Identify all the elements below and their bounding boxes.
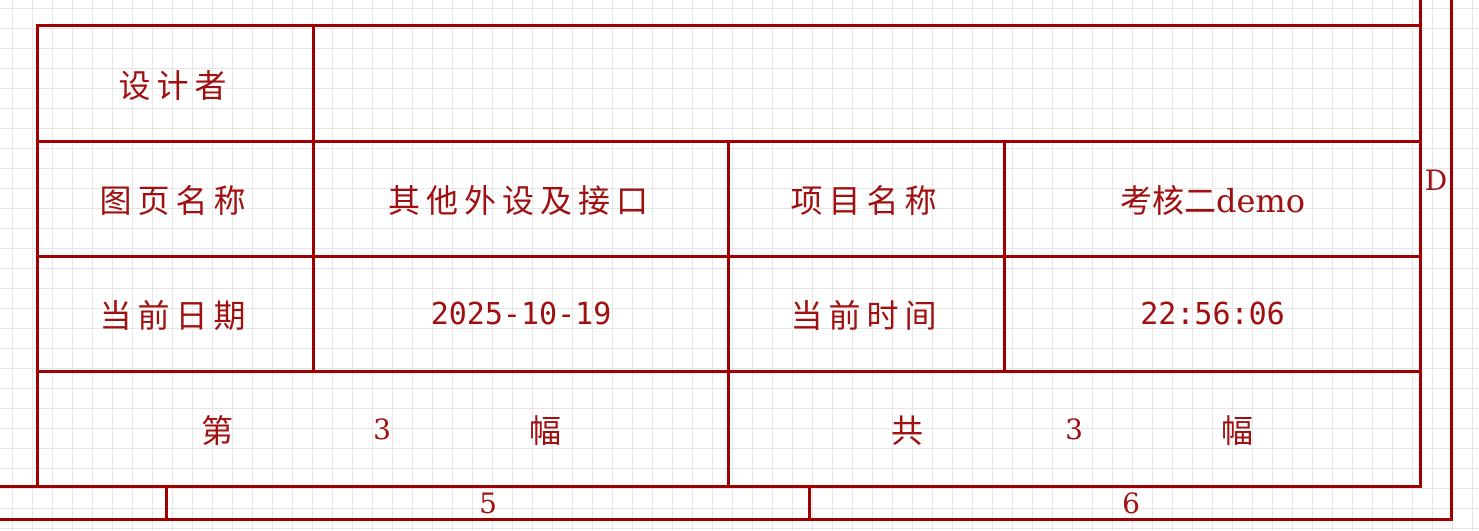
page-prefix: 第	[200, 412, 239, 450]
frame-bottom-outer-line	[0, 518, 1453, 521]
zone-tick-left	[165, 485, 168, 521]
total-suffix: 幅	[1220, 412, 1259, 450]
page-number[interactable]: 3	[342, 373, 422, 485]
zone-marker-row-d: D	[1424, 163, 1448, 197]
total-number[interactable]: 3	[1034, 373, 1114, 485]
zone-tick-right	[808, 485, 811, 521]
frame-bottom-inner-line	[0, 485, 1422, 488]
project-name-value[interactable]: 考核二demo	[1006, 143, 1419, 255]
date-label: 当前日期	[99, 297, 252, 335]
designer-value[interactable]	[315, 27, 1419, 140]
designer-label: 设计者	[118, 66, 233, 105]
zone-marker-col-5: 5	[479, 486, 497, 520]
project-name-label: 项目名称	[790, 182, 943, 220]
zone-marker-col-6: 6	[1122, 486, 1140, 520]
date-value[interactable]: 2025-10-19	[315, 258, 727, 370]
frame-right-outer-line	[1450, 0, 1453, 521]
drawing-canvas[interactable]: 设计者 图页名称 其他外设及接口 项目名称 考核二demo 当前日期 2025-…	[0, 0, 1479, 531]
time-label: 当前时间	[790, 297, 943, 335]
page-suffix: 幅	[528, 412, 567, 450]
total-prefix: 共	[890, 412, 929, 450]
sheet-name-value[interactable]: 其他外设及接口	[315, 143, 727, 255]
sheet-name-label: 图页名称	[99, 182, 252, 220]
time-value[interactable]: 22:56:06	[1006, 258, 1419, 370]
frame-right-inner-line	[1419, 0, 1422, 488]
